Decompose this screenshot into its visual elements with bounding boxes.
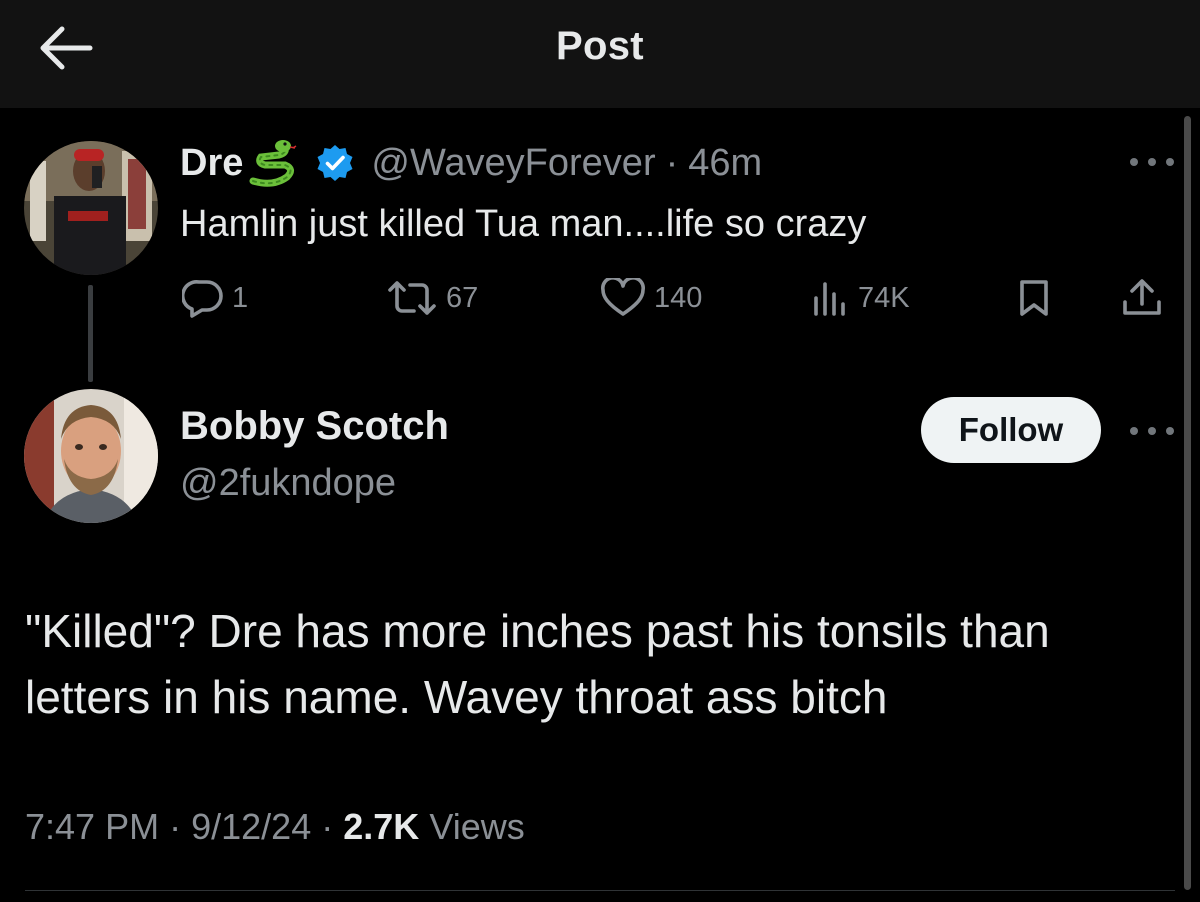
repost-count: 67 <box>446 281 479 314</box>
share-icon <box>1123 279 1161 315</box>
views-count: 74K <box>858 281 910 314</box>
post-date[interactable]: 9/12/24 <box>191 806 311 847</box>
separator-dot: · <box>321 806 334 847</box>
page-title: Post <box>556 24 644 68</box>
follow-button[interactable]: Follow <box>921 397 1101 463</box>
views-icon <box>814 282 845 316</box>
views-button[interactable]: 74K <box>812 276 910 320</box>
user-handle[interactable]: @WaveyForever <box>371 137 655 189</box>
tweet-time[interactable]: 46m <box>688 137 762 189</box>
more-dot-icon <box>1148 158 1156 166</box>
views-label: Views <box>429 806 525 847</box>
avatar-image <box>24 389 158 523</box>
repost-icon <box>388 281 436 315</box>
views-total: 2.7K <box>343 806 420 847</box>
post-time[interactable]: 7:47 PM <box>25 806 159 847</box>
scrollbar[interactable] <box>1184 116 1191 890</box>
reply-count: 1 <box>232 281 249 314</box>
more-dot-icon <box>1166 427 1174 435</box>
heart-icon <box>601 278 645 316</box>
more-dot-icon <box>1148 427 1156 435</box>
thread-connector <box>88 285 93 382</box>
separator-dot: · <box>169 806 182 847</box>
verified-badge-icon <box>315 143 355 183</box>
snake-emoji <box>247 139 297 187</box>
more-dot-icon <box>1130 427 1138 435</box>
parent-tweet-header: Dre @WaveyForever · 46m <box>180 137 762 189</box>
repost-button[interactable]: 67 <box>386 276 478 320</box>
bookmark-button[interactable] <box>1014 276 1054 320</box>
more-dot-icon <box>1166 158 1174 166</box>
tweet-metadata: 7:47 PM · 9/12/24 · 2.7K Views <box>25 806 525 848</box>
avatar-image <box>24 141 158 275</box>
share-button[interactable] <box>1120 276 1164 320</box>
user-handle[interactable]: @2fukndope <box>180 462 396 505</box>
top-bar: Post <box>0 0 1200 108</box>
bookmark-icon <box>1020 280 1048 316</box>
more-options-button[interactable] <box>1128 152 1176 172</box>
separator-dot: · <box>665 142 679 184</box>
avatar[interactable] <box>24 389 158 523</box>
more-options-button[interactable] <box>1128 421 1176 441</box>
display-name[interactable]: Bobby Scotch <box>180 404 449 449</box>
avatar[interactable] <box>24 141 158 275</box>
reply-button[interactable]: 1 <box>182 276 248 320</box>
tweet-text: Hamlin just killed Tua man....life so cr… <box>180 203 867 245</box>
divider <box>25 890 1175 891</box>
display-name[interactable]: Dre <box>180 137 243 189</box>
reply-icon <box>182 280 223 318</box>
like-count: 140 <box>654 281 703 314</box>
reply-text: "Killed"? Dre has more inches past his t… <box>25 605 1050 723</box>
more-dot-icon <box>1130 158 1138 166</box>
like-button[interactable]: 140 <box>600 276 702 320</box>
